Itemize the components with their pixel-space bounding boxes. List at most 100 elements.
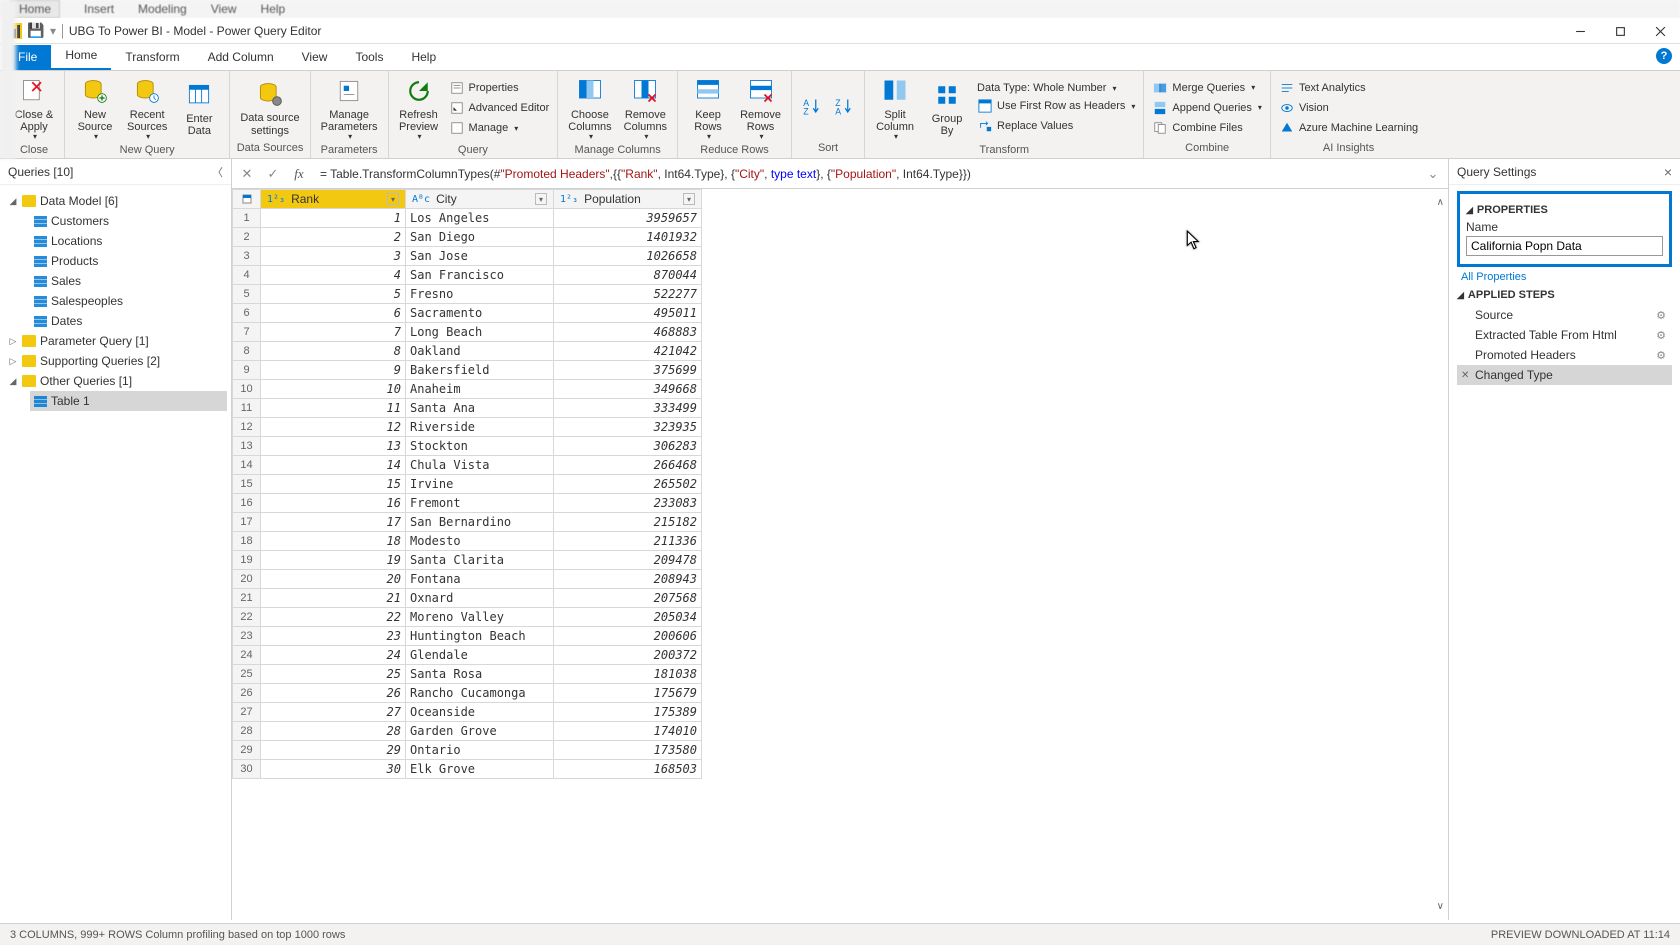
formula-text[interactable]: = Table.TransformColumnTypes(#"Promoted …	[314, 167, 1418, 181]
collapse-queries-icon[interactable]: 〈	[212, 164, 223, 180]
row-header[interactable]: 11	[233, 399, 261, 418]
cell-rank[interactable]: 17	[261, 513, 406, 532]
cell-rank[interactable]: 26	[261, 684, 406, 703]
applied-step[interactable]: Extracted Table From Html⚙	[1457, 325, 1672, 345]
formula-expand-button[interactable]: ⌄	[1422, 163, 1444, 185]
data-source-settings-button[interactable]: Data source settings	[236, 76, 303, 138]
tab-home[interactable]: Home	[51, 43, 111, 70]
manage-parameters-button[interactable]: Manage Parameters▾	[317, 73, 382, 144]
sort-asc-button[interactable]: AZ	[798, 95, 826, 121]
table-row[interactable]: 26 26 Rancho Cucamonga 175679	[233, 684, 702, 703]
cell-population[interactable]: 209478	[554, 551, 702, 570]
cell-city[interactable]: San Francisco	[406, 266, 554, 285]
cell-city[interactable]: San Jose	[406, 247, 554, 266]
query-group[interactable]: ◢Other Queries [1]	[4, 371, 227, 391]
row-header[interactable]: 29	[233, 741, 261, 760]
row-header[interactable]: 9	[233, 361, 261, 380]
cell-population[interactable]: 1401932	[554, 228, 702, 247]
cell-population[interactable]: 421042	[554, 342, 702, 361]
row-header[interactable]: 16	[233, 494, 261, 513]
cell-rank[interactable]: 15	[261, 475, 406, 494]
cell-population[interactable]: 173580	[554, 741, 702, 760]
filter-icon[interactable]: ▾	[387, 193, 399, 205]
merge-queries-button[interactable]: Merge Queries▾	[1150, 79, 1264, 97]
replace-values-button[interactable]: Replace Values	[975, 117, 1137, 135]
row-header[interactable]: 21	[233, 589, 261, 608]
cell-rank[interactable]: 10	[261, 380, 406, 399]
row-header[interactable]: 24	[233, 646, 261, 665]
table-row[interactable]: 4 4 San Francisco 870044	[233, 266, 702, 285]
azure-ml-button[interactable]: Azure Machine Learning	[1277, 119, 1420, 137]
cell-rank[interactable]: 27	[261, 703, 406, 722]
cell-city[interactable]: Moreno Valley	[406, 608, 554, 627]
column-header-population[interactable]: 1²₃Population▾	[554, 190, 702, 209]
close-apply-button[interactable]: Close & Apply ▾	[10, 73, 58, 144]
cell-city[interactable]: Stockton	[406, 437, 554, 456]
cell-population[interactable]: 207568	[554, 589, 702, 608]
row-header[interactable]: 23	[233, 627, 261, 646]
shell-menu-modeling[interactable]: Modeling	[138, 2, 187, 16]
cell-rank[interactable]: 3	[261, 247, 406, 266]
cell-population[interactable]: 349668	[554, 380, 702, 399]
minimize-button[interactable]	[1560, 18, 1600, 44]
advanced-editor-button[interactable]: Advanced Editor	[447, 99, 552, 117]
delete-step-icon[interactable]: ✕	[1461, 370, 1469, 381]
table-row[interactable]: 3 3 San Jose 1026658	[233, 247, 702, 266]
table-row[interactable]: 19 19 Santa Clarita 209478	[233, 551, 702, 570]
row-header[interactable]: 18	[233, 532, 261, 551]
expander-icon[interactable]: ▷	[8, 336, 18, 347]
query-item[interactable]: Customers	[30, 211, 227, 231]
cell-city[interactable]: Santa Rosa	[406, 665, 554, 684]
cell-population[interactable]: 266468	[554, 456, 702, 475]
table-row[interactable]: 29 29 Ontario 173580	[233, 741, 702, 760]
cell-population[interactable]: 265502	[554, 475, 702, 494]
tab-tools[interactable]: Tools	[341, 45, 397, 70]
cell-city[interactable]: Santa Clarita	[406, 551, 554, 570]
row-header[interactable]: 2	[233, 228, 261, 247]
scroll-up-icon[interactable]: ∧	[1437, 197, 1444, 208]
cell-population[interactable]: 174010	[554, 722, 702, 741]
cell-city[interactable]: Huntington Beach	[406, 627, 554, 646]
row-header[interactable]: 8	[233, 342, 261, 361]
table-row[interactable]: 21 21 Oxnard 207568	[233, 589, 702, 608]
cell-rank[interactable]: 11	[261, 399, 406, 418]
filter-icon[interactable]: ▾	[683, 193, 695, 205]
applied-step[interactable]: ✕Changed Type	[1457, 365, 1672, 385]
query-item[interactable]: Dates	[30, 311, 227, 331]
text-analytics-button[interactable]: Text Analytics	[1277, 79, 1420, 97]
table-row[interactable]: 17 17 San Bernardino 215182	[233, 513, 702, 532]
cell-city[interactable]: Riverside	[406, 418, 554, 437]
table-row[interactable]: 24 24 Glendale 200372	[233, 646, 702, 665]
cell-population[interactable]: 200606	[554, 627, 702, 646]
cell-population[interactable]: 181038	[554, 665, 702, 684]
cell-rank[interactable]: 22	[261, 608, 406, 627]
cell-rank[interactable]: 9	[261, 361, 406, 380]
row-header[interactable]: 27	[233, 703, 261, 722]
cell-population[interactable]: 200372	[554, 646, 702, 665]
vision-button[interactable]: Vision	[1277, 99, 1420, 117]
formula-cancel-button[interactable]: ✕	[236, 163, 258, 185]
table-row[interactable]: 9 9 Bakersfield 375699	[233, 361, 702, 380]
cell-rank[interactable]: 28	[261, 722, 406, 741]
refresh-preview-button[interactable]: Refresh Preview▾	[395, 73, 443, 144]
new-source-button[interactable]: New Source▾	[71, 73, 119, 144]
cell-population[interactable]: 468883	[554, 323, 702, 342]
close-button[interactable]	[1640, 18, 1680, 44]
tab-transform[interactable]: Transform	[111, 45, 193, 70]
query-item[interactable]: Table 1	[30, 391, 227, 411]
enter-data-button[interactable]: Enter Data	[175, 77, 223, 139]
expander-icon[interactable]: ▷	[8, 356, 18, 367]
row-header[interactable]: 30	[233, 760, 261, 779]
save-icon[interactable]: 💾	[28, 23, 44, 39]
group-by-button[interactable]: Group By	[923, 77, 971, 139]
cell-population[interactable]: 375699	[554, 361, 702, 380]
filter-icon[interactable]: ▾	[535, 193, 547, 205]
query-item[interactable]: Sales	[30, 271, 227, 291]
cell-city[interactable]: Bakersfield	[406, 361, 554, 380]
cell-rank[interactable]: 6	[261, 304, 406, 323]
cell-population[interactable]: 205034	[554, 608, 702, 627]
cell-city[interactable]: Santa Ana	[406, 399, 554, 418]
cell-city[interactable]: Anaheim	[406, 380, 554, 399]
manage-query-button[interactable]: Manage▾	[447, 119, 552, 137]
gear-icon[interactable]: ⚙	[1656, 329, 1666, 342]
